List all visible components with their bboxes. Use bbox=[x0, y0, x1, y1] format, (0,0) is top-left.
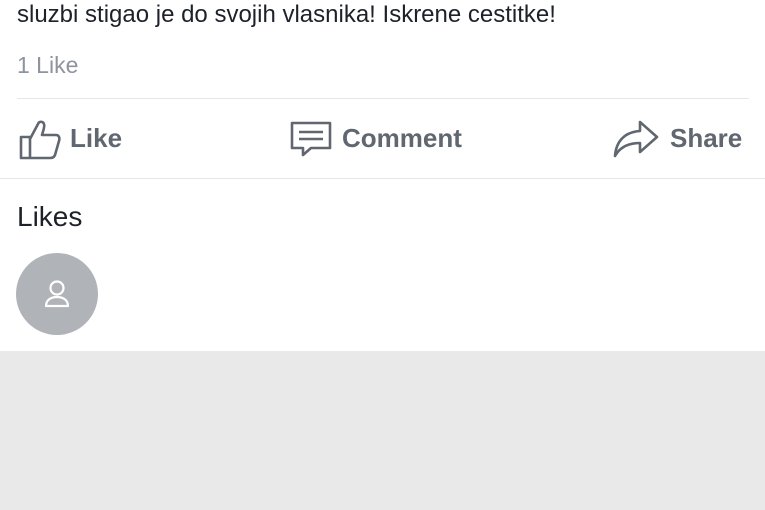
post-detail-page: sluzbi stigao je do svojih vlasnika! Isk… bbox=[0, 0, 765, 510]
thumbs-up-icon bbox=[18, 117, 64, 161]
empty-background-area bbox=[0, 351, 765, 510]
divider bbox=[0, 178, 765, 179]
action-bar: Like Comment Share bbox=[0, 99, 765, 178]
comment-icon bbox=[290, 120, 332, 158]
avatar[interactable] bbox=[16, 253, 98, 335]
likes-section-title: Likes bbox=[17, 201, 83, 232]
like-label: Like bbox=[70, 123, 123, 153]
comment-button[interactable]: Comment bbox=[290, 99, 462, 178]
post-text: sluzbi stigao je do svojih vlasnika! Isk… bbox=[17, 1, 556, 28]
like-count[interactable]: 1 Like bbox=[17, 50, 78, 80]
share-arrow-icon bbox=[612, 119, 660, 159]
comment-label: Comment bbox=[342, 123, 462, 153]
person-icon bbox=[44, 280, 70, 308]
like-button[interactable]: Like bbox=[18, 99, 122, 178]
share-label: Share bbox=[670, 123, 743, 153]
share-button[interactable]: Share bbox=[612, 99, 742, 178]
